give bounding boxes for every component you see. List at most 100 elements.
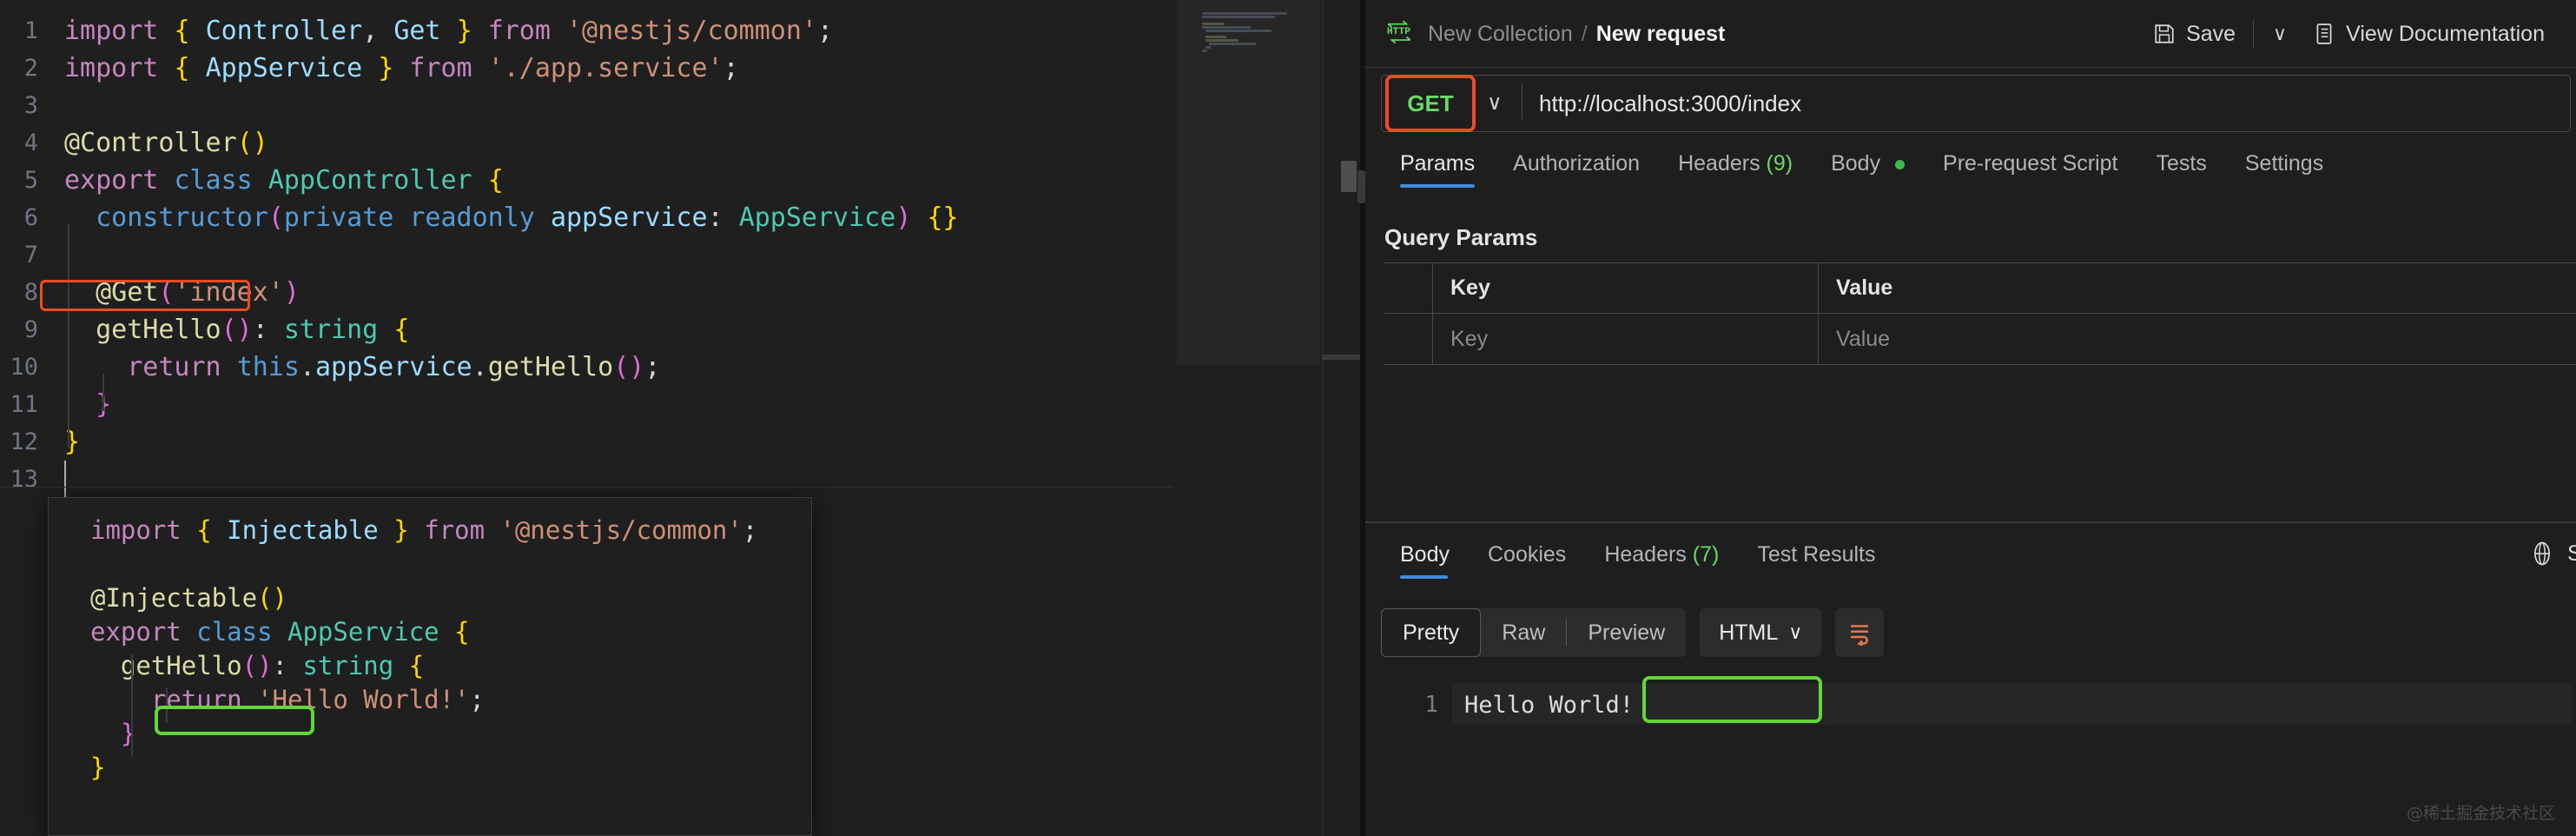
query-params-title: Query Params: [1384, 224, 1538, 250]
response-body[interactable]: 1 Hello World!: [1381, 680, 2576, 758]
indent-guide: [166, 688, 168, 723]
indent-guide: [68, 262, 69, 448]
save-label: Save: [2186, 21, 2236, 46]
line-number: 13: [10, 466, 38, 493]
screenshot-root: 1 import { Controller, Get } from '@nest…: [0, 0, 2576, 836]
tab-settings[interactable]: Settings: [2226, 146, 2342, 176]
peek-code-line: return 'Hello World!';: [150, 685, 485, 714]
chevron-down-icon: ∨: [1788, 621, 1803, 643]
line-number: 7: [23, 242, 38, 269]
tab-tests[interactable]: Tests: [2137, 146, 2226, 176]
peek-code-line: export class AppService {: [90, 617, 470, 647]
indent-guide: [131, 654, 133, 757]
save-options-caret[interactable]: ∨: [2259, 23, 2301, 45]
tab-label: Cookies: [1487, 542, 1567, 567]
code-line[interactable]: 11 }: [0, 386, 1172, 423]
code-line[interactable]: 6 constructor(private readonly appServic…: [0, 199, 1172, 236]
peek-code-line: import { Injectable } from '@nestjs/comm…: [90, 515, 758, 545]
line-number: 12: [10, 428, 38, 455]
response-status-bar: Status: 200 OK Time: 8 m: [2529, 541, 2576, 567]
row-checkbox-cell[interactable]: [1384, 314, 1433, 364]
response-tabs[interactable]: Body Cookies Headers (7) Test Results: [1381, 537, 1895, 587]
tab-params[interactable]: Params: [1381, 146, 1494, 188]
breadcrumb-request-name[interactable]: New request: [1596, 22, 1726, 47]
url-input[interactable]: http://localhost:3000/index: [1539, 90, 1801, 117]
tab-body[interactable]: Body: [1812, 146, 1924, 176]
code-line[interactable]: 4 @Controller(): [0, 124, 1172, 162]
view-pretty-button[interactable]: Pretty: [1381, 608, 1482, 657]
code-line[interactable]: 3: [0, 87, 1172, 124]
response-tab-headers[interactable]: Headers (7): [1585, 537, 1738, 567]
code-line-partial: [0, 0, 1172, 12]
word-wrap-icon: [1851, 625, 1869, 646]
response-line-number: 1: [1424, 692, 1438, 718]
editor-scrollbar[interactable]: [1338, 0, 1360, 836]
response-body-text: Hello World!: [1464, 692, 1635, 719]
postman-panel[interactable]: HTTP New Collection / New request Save ∨: [1365, 0, 2576, 836]
response-separator: [1365, 521, 2576, 523]
line-number: 6: [23, 204, 38, 231]
code-line[interactable]: 5 export class AppController {: [0, 162, 1172, 199]
response-tab-test-results[interactable]: Test Results: [1738, 537, 1894, 567]
code-line[interactable]: 7: [0, 236, 1172, 274]
code-line[interactable]: 10 return this.appService.getHello();: [0, 348, 1172, 386]
method-chevron-down-icon[interactable]: ∨: [1487, 90, 1503, 116]
tab-authorization[interactable]: Authorization: [1494, 146, 1659, 176]
line-number: 8: [23, 279, 38, 306]
tab-label: Settings: [2244, 151, 2324, 176]
code-line[interactable]: 2 import { AppService } from './app.serv…: [0, 50, 1172, 87]
view-raw-button[interactable]: Raw: [1481, 608, 1566, 657]
view-preview-button[interactable]: Preview: [1567, 608, 1686, 657]
line-number: 10: [10, 354, 38, 381]
save-button[interactable]: Save: [2141, 22, 2248, 47]
peek-code-line: }: [90, 753, 106, 782]
status-label: Status:: [2567, 541, 2576, 566]
indent-guide: [102, 374, 104, 411]
panel-divider-handle[interactable]: [1357, 170, 1365, 203]
breadcrumb-collection[interactable]: New Collection: [1428, 22, 1573, 47]
line-number: 2: [23, 55, 38, 82]
request-header: HTTP New Collection / New request Save ∨: [1365, 0, 2576, 68]
code-line[interactable]: 9 getHello(): string {: [0, 311, 1172, 348]
floppy-disk-icon: [2155, 24, 2174, 43]
body-view-segmented-control[interactable]: Pretty Raw Preview: [1381, 608, 1687, 657]
view-documentation-button[interactable]: View Documentation: [2301, 22, 2557, 47]
tab-label: Authorization: [1513, 151, 1641, 176]
minimap-slider[interactable]: [1177, 0, 1320, 365]
column-header-value: Value: [1836, 275, 1893, 300]
peek-code-line: }: [120, 719, 136, 748]
code-line[interactable]: 1 import { Controller, Get } from '@nest…: [0, 12, 1172, 50]
code-line-cursor[interactable]: 13: [0, 461, 1172, 498]
param-value-input[interactable]: Value: [1819, 314, 2576, 364]
body-format-selector[interactable]: HTML ∨: [1700, 608, 1822, 657]
code-line[interactable]: 12 }: [0, 423, 1172, 461]
code-line-get-decorator[interactable]: 8 @Get('index'): [0, 274, 1172, 311]
table-row[interactable]: Key Value: [1384, 314, 2576, 364]
param-key-input[interactable]: Key: [1433, 314, 1819, 364]
editor-right-edge: [1322, 0, 1324, 836]
line-number: 1: [23, 17, 38, 44]
table-header-row: Key Value: [1384, 263, 2576, 314]
breadcrumb-separator: /: [1581, 21, 1588, 46]
http-icon: HTTP: [1387, 20, 1411, 44]
watermark: @稀土掘金技术社区: [2406, 804, 2555, 823]
response-body-toolbar[interactable]: Pretty Raw Preview HTML ∨: [1381, 608, 1885, 657]
peek-code-line: [49, 547, 811, 581]
header-divider: [2253, 19, 2255, 49]
tab-label: Headers: [1678, 151, 1760, 176]
editor-scrollbar-thumb[interactable]: [1341, 161, 1357, 192]
line-number: 11: [10, 391, 38, 418]
code-editor[interactable]: 1 import { Controller, Get } from '@nest…: [0, 0, 1372, 836]
query-params-table[interactable]: Key Value Key Value: [1384, 262, 2576, 365]
select-all-checkbox-cell[interactable]: [1384, 263, 1433, 313]
response-tab-body[interactable]: Body: [1381, 537, 1469, 579]
tab-label: Body: [1400, 542, 1450, 567]
request-tabs[interactable]: Params Authorization Headers (9) Body Pr…: [1365, 146, 2576, 198]
tab-pre-request-script[interactable]: Pre-request Script: [1924, 146, 2137, 176]
definition-peek-popup[interactable]: import { Injectable } from '@nestjs/comm…: [48, 497, 812, 836]
http-method-selector[interactable]: GET: [1390, 78, 1471, 129]
tab-headers[interactable]: Headers (9): [1659, 146, 1812, 176]
word-wrap-button[interactable]: [1835, 608, 1885, 657]
response-tab-cookies[interactable]: Cookies: [1469, 537, 1585, 567]
peek-code-line: getHello(): string {: [120, 651, 425, 680]
